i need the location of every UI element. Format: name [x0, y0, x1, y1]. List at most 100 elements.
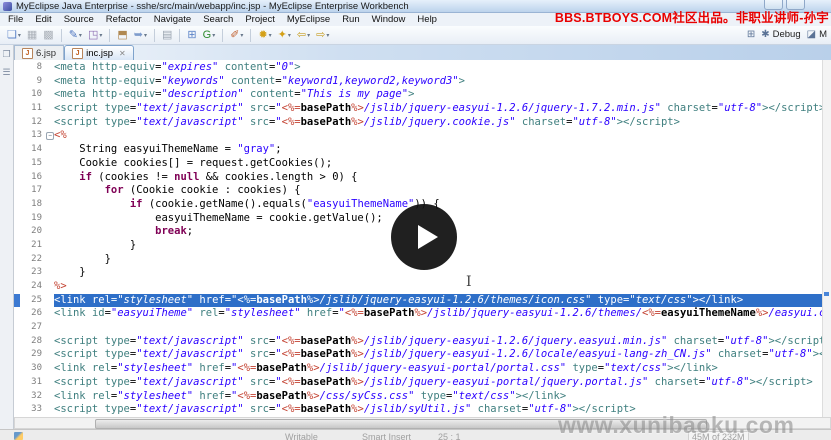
line-number[interactable]: 14	[20, 143, 46, 157]
code-line-27[interactable]: 27	[14, 321, 831, 335]
menu-item-run[interactable]: Run	[336, 14, 365, 25]
line-number[interactable]: 30	[20, 362, 46, 376]
line-number[interactable]: 15	[20, 157, 46, 171]
line-number[interactable]: 20	[20, 225, 46, 239]
menu-item-window[interactable]: Window	[366, 14, 412, 25]
run-server-button[interactable]: ◳▾	[86, 27, 104, 43]
line-number[interactable]: 31	[20, 376, 46, 390]
menu-item-myeclipse[interactable]: MyEclipse	[281, 14, 336, 25]
open-perspective-icon[interactable]: ⊞	[747, 29, 755, 40]
code-line-12[interactable]: 12<script type="text/javascript" src="<%…	[14, 116, 831, 130]
dropdown-caret-icon: ▾	[240, 32, 243, 39]
save-all-button[interactable]: ▩	[41, 27, 55, 43]
outline-view-icon[interactable]: ☰	[2, 68, 10, 77]
fold-gutter	[46, 157, 54, 171]
line-number[interactable]: 24	[20, 280, 46, 294]
code-line-17[interactable]: 17 for (Cookie cookie : cookies) {	[14, 184, 831, 198]
line-number[interactable]: 8	[20, 61, 46, 75]
code-token: basePath	[256, 390, 307, 402]
code-line-30[interactable]: 30 <link rel="stylesheet" href="<%=basePa…	[14, 362, 831, 376]
code-line-14[interactable]: 14 String easyuiThemeName = "gray";	[14, 143, 831, 157]
annotate-button[interactable]: ✐▾	[228, 27, 245, 43]
menu-item-help[interactable]: Help	[411, 14, 443, 25]
run-button[interactable]: ✹▾	[256, 27, 273, 43]
line-number[interactable]: 11	[20, 102, 46, 116]
external-tools-button[interactable]: ✦▾	[276, 27, 293, 43]
line-number[interactable]: 17	[20, 184, 46, 198]
restore-view-icon[interactable]: ❐	[2, 50, 10, 59]
line-number[interactable]: 13	[20, 129, 46, 143]
code-line-15[interactable]: 15 Cookie cookies[] = request.getCookies…	[14, 157, 831, 171]
forward-button[interactable]: ⇨▾	[314, 27, 331, 43]
code-text: <script type="text/javascript" src="<%=b…	[54, 376, 831, 390]
fold-collapse-icon[interactable]: −	[46, 132, 54, 140]
line-number[interactable]: 10	[20, 88, 46, 102]
line-number[interactable]: 26	[20, 307, 46, 321]
print-button[interactable]: ▤	[160, 27, 174, 43]
menu-item-source[interactable]: Source	[58, 14, 100, 25]
grid-view-button[interactable]: ⊞	[185, 27, 198, 43]
line-number[interactable]: 12	[20, 116, 46, 130]
code-text: <link rel="stylesheet" href="<%=basePath…	[54, 362, 831, 376]
back-button[interactable]: ⇦▾	[295, 27, 312, 43]
line-number[interactable]: 9	[20, 75, 46, 89]
code-line-11[interactable]: 11<script type="text/javascript" src="<%…	[14, 102, 831, 116]
code-text: for (Cookie cookie : cookies) {	[54, 184, 831, 198]
line-number[interactable]: 16	[20, 171, 46, 185]
overview-ruler[interactable]	[822, 60, 831, 417]
line-number[interactable]: 33	[20, 403, 46, 417]
deploy-button[interactable]: ✎▾	[67, 27, 84, 43]
menu-item-file[interactable]: File	[2, 14, 29, 25]
myeclipse-perspective-icon: ◪	[807, 29, 816, 40]
line-number[interactable]: 22	[20, 253, 46, 267]
line-number[interactable]: 29	[20, 348, 46, 362]
new-wizard-icon: ❏	[7, 27, 17, 43]
code-text: <link rel="stylesheet" href="<%=basePath…	[54, 294, 831, 308]
code-token: %>	[351, 102, 364, 114]
perspective-debug-button[interactable]: ✱Debug	[761, 29, 800, 40]
line-number[interactable]: 19	[20, 212, 46, 226]
menu-item-refactor[interactable]: Refactor	[100, 14, 148, 25]
tab-close-icon[interactable]: ✕	[119, 49, 126, 58]
code-text: <meta http-equiv="keywords" content="key…	[54, 75, 831, 89]
code-line-25[interactable]: 25 <link rel="stylesheet" href="<%=basePa…	[14, 294, 831, 308]
code-line-29[interactable]: 29<script type="text/javascript" src="<%…	[14, 348, 831, 362]
save-button[interactable]: ▦	[25, 27, 39, 43]
code-line-31[interactable]: 31 <script type="text/javascript" src="<%…	[14, 376, 831, 390]
tab-inc-jsp[interactable]: Jinc.jsp✕	[64, 45, 134, 60]
line-number[interactable]: 25	[20, 294, 46, 308]
code-token: <%=	[282, 376, 301, 388]
import-deploy-button[interactable]: ➥▾	[132, 27, 149, 43]
code-line-32[interactable]: 32 <link rel="stylesheet" href="<%=basePa…	[14, 390, 831, 404]
code-token: <script	[54, 348, 105, 360]
external-tools-icon: ✦	[278, 27, 287, 43]
video-play-button[interactable]	[391, 204, 457, 270]
perspective-myeclipse-button[interactable]: ◪M	[807, 29, 827, 40]
code-line-24[interactable]: 24%>	[14, 280, 831, 294]
line-number[interactable]: 23	[20, 266, 46, 280]
code-token: ></link>	[667, 362, 718, 374]
code-text: String easyuiThemeName = "gray";	[54, 143, 831, 157]
line-number[interactable]: 21	[20, 239, 46, 253]
code-token: /jslib/jquery-easyui-1.2.6/jquery-1.7.2.…	[364, 102, 661, 114]
code-line-13[interactable]: 13−<%	[14, 129, 831, 143]
package-button[interactable]: ⬒	[115, 27, 129, 43]
menu-item-project[interactable]: Project	[239, 14, 281, 25]
code-line-9[interactable]: 9 <meta http-equiv="keywords" content="ke…	[14, 75, 831, 89]
code-line-8[interactable]: 8<meta http-equiv="expires" content="0">	[14, 61, 831, 75]
line-number[interactable]: 27	[20, 321, 46, 335]
code-line-10[interactable]: 10<meta http-equiv="description" content…	[14, 88, 831, 102]
menu-item-search[interactable]: Search	[197, 14, 239, 25]
code-line-26[interactable]: 26<link id="easyuiTheme" rel="stylesheet…	[14, 307, 831, 321]
line-number[interactable]: 18	[20, 198, 46, 212]
code-line-28[interactable]: 28<script type="text/javascript" src="<%…	[14, 335, 831, 349]
tab-6-jsp[interactable]: J6.jsp	[14, 45, 64, 60]
menu-item-edit[interactable]: Edit	[29, 14, 57, 25]
web-browser-button[interactable]: G▾	[201, 27, 218, 43]
code-text: <link rel="stylesheet" href="<%=basePath…	[54, 390, 831, 404]
new-wizard-button[interactable]: ❏▾	[5, 27, 23, 43]
line-number[interactable]: 32	[20, 390, 46, 404]
code-line-16[interactable]: 16 if (cookies != null && cookies.length…	[14, 171, 831, 185]
line-number[interactable]: 28	[20, 335, 46, 349]
menu-item-navigate[interactable]: Navigate	[148, 14, 198, 25]
